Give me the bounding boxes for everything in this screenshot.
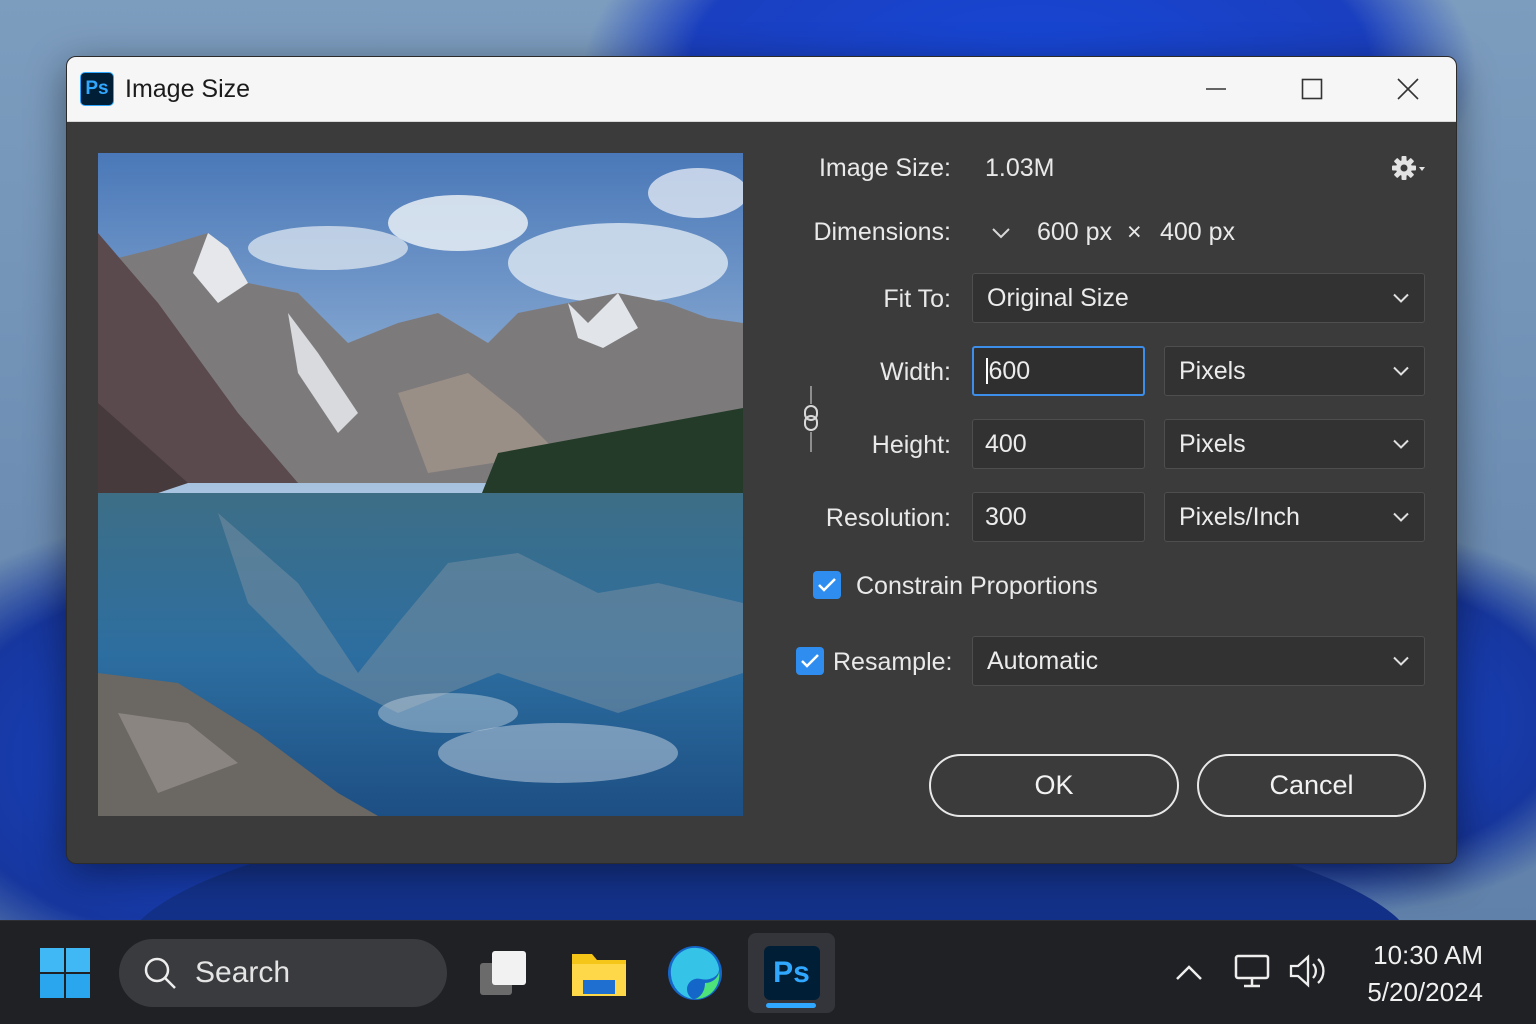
settings-gear-button[interactable] (1389, 152, 1429, 184)
chevron-up-icon (1176, 965, 1202, 980)
maximize-button[interactable] (1264, 57, 1360, 121)
resample-method-dropdown[interactable]: Automatic (972, 636, 1425, 686)
resample-checkbox[interactable] (796, 647, 824, 675)
dimensions-units-dropdown[interactable] (985, 216, 1017, 250)
dimensions-label: Dimensions: (813, 218, 951, 246)
cancel-button[interactable]: Cancel (1197, 754, 1426, 817)
search-icon (144, 957, 176, 989)
checkmark-icon (818, 578, 836, 592)
resample-label: Resample: (833, 648, 953, 676)
chevron-down-icon (1393, 512, 1409, 522)
height-label: Height: (871, 431, 951, 459)
resolution-unit-value: Pixels/Inch (1179, 502, 1300, 531)
checkmark-icon (801, 654, 819, 668)
monitor-icon (1234, 954, 1270, 988)
chevron-down-icon (992, 228, 1010, 239)
image-size-value: 1.03M (985, 154, 1055, 182)
photoshop-icon: Ps (763, 946, 820, 1000)
gear-icon (1392, 156, 1425, 180)
chevron-down-icon (1393, 293, 1409, 303)
taskbar-search-box[interactable]: Search (119, 939, 447, 1007)
chevron-down-icon (1393, 366, 1409, 376)
taskbar-clock[interactable]: 10:30 AM 5/20/2024 (1367, 937, 1483, 1011)
edge-browser-button[interactable] (663, 941, 727, 1005)
file-explorer-button[interactable] (567, 943, 631, 1003)
windows-logo-icon (40, 948, 90, 998)
dimensions-width-value: 600 px (1037, 218, 1113, 246)
minimize-button[interactable] (1168, 57, 1264, 121)
resample-method-value: Automatic (987, 646, 1099, 675)
dimensions-height-value: 400 px (1160, 218, 1236, 246)
task-view-icon (480, 951, 526, 995)
fit-to-value: Original Size (987, 283, 1129, 312)
window-title: Image Size (125, 74, 251, 103)
taskbar: Search Ps 10:30 AM 5/20/2024 (0, 920, 1536, 1024)
image-size-dialog: Ps Image Size Image Size: 1.03M Dimensio… (66, 56, 1457, 864)
edge-browser-icon (668, 946, 722, 1000)
clock-date: 5/20/2024 (1367, 977, 1483, 1007)
close-button[interactable] (1360, 57, 1456, 121)
width-input-value: 600 (988, 356, 1031, 385)
minimize-icon (1206, 88, 1226, 90)
photoshop-app-icon: Ps (80, 72, 114, 106)
width-input[interactable]: 600 (972, 346, 1145, 396)
width-unit-dropdown[interactable]: Pixels (1164, 346, 1425, 396)
close-icon (1397, 78, 1419, 100)
mountain-lake-photo (98, 153, 743, 816)
maximize-icon (1301, 78, 1323, 100)
chevron-down-icon (1393, 439, 1409, 449)
ok-button[interactable]: OK (929, 754, 1179, 817)
width-label: Width: (880, 358, 951, 386)
fit-to-label: Fit To: (883, 285, 951, 313)
constrain-proportions-checkbox[interactable] (813, 571, 841, 599)
task-view-button[interactable] (474, 943, 534, 1003)
dimensions-times-symbol: × (1127, 218, 1142, 246)
constrain-proportions-label: Constrain Proportions (856, 572, 1098, 600)
resolution-label: Resolution: (825, 504, 951, 532)
image-preview (98, 153, 743, 816)
show-hidden-icons-button[interactable] (1172, 955, 1206, 989)
start-button[interactable] (37, 945, 93, 1001)
fit-to-dropdown[interactable]: Original Size (972, 273, 1425, 323)
volume-button[interactable] (1286, 951, 1330, 991)
folder-icon (572, 954, 626, 996)
image-size-label: Image Size: (818, 154, 951, 182)
height-input-value: 400 (985, 429, 1027, 458)
chevron-down-icon (1393, 656, 1409, 666)
search-placeholder: Search (195, 956, 291, 989)
photoshop-taskbar-button[interactable]: Ps (748, 933, 835, 1013)
title-bar: Ps Image Size (67, 57, 1456, 122)
height-input[interactable]: 400 (972, 419, 1145, 469)
network-button[interactable] (1230, 951, 1274, 991)
height-unit-dropdown[interactable]: Pixels (1164, 419, 1425, 469)
height-unit-value: Pixels (1179, 429, 1246, 458)
resolution-input-value: 300 (985, 502, 1027, 531)
text-caret (986, 358, 988, 384)
resolution-unit-dropdown[interactable]: Pixels/Inch (1164, 492, 1425, 542)
active-app-indicator (766, 1003, 816, 1008)
resolution-input[interactable]: 300 (972, 492, 1145, 542)
speaker-volume-icon (1289, 954, 1325, 988)
clock-time: 10:30 AM (1373, 940, 1483, 970)
width-unit-value: Pixels (1179, 356, 1246, 385)
